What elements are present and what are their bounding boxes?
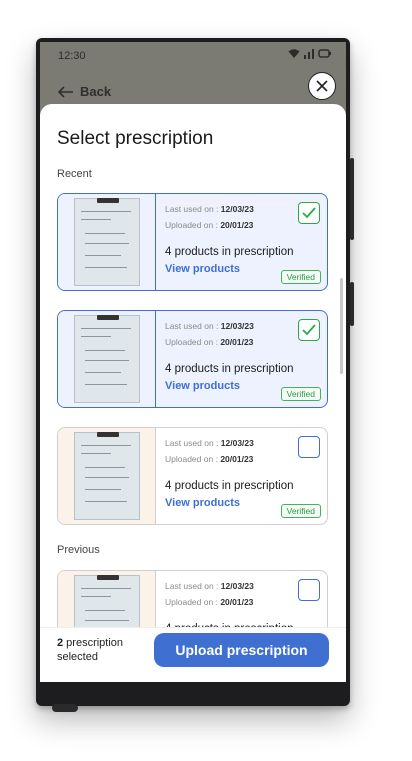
- selected-text: prescription: [63, 637, 124, 649]
- prescription-thumbnail: [58, 311, 156, 407]
- phone-frame: 12:30 Back Select prescription Recent La…: [36, 38, 354, 712]
- product-count: 4 products in prescription: [165, 363, 294, 375]
- footer-bar: 2 prescription selected Upload prescript…: [40, 627, 346, 682]
- power-button: [350, 282, 354, 326]
- prescription-image: [73, 198, 140, 286]
- battery-icon: [318, 49, 331, 58]
- sheet-title: Select prescription: [57, 128, 214, 149]
- status-time: 12:30: [58, 50, 86, 62]
- last-used-label: Last used on :: [165, 581, 219, 591]
- prescription-thumbnail: [58, 428, 156, 524]
- back-button[interactable]: Back: [58, 84, 111, 99]
- select-checkbox[interactable]: [298, 436, 320, 458]
- select-checkbox[interactable]: [298, 319, 320, 341]
- back-arrow-icon: [58, 85, 73, 98]
- uploaded-label: Uploaded on :: [165, 220, 218, 230]
- last-used-date: 12/03/23: [220, 438, 254, 448]
- last-used-label: Last used on :: [165, 204, 219, 214]
- scrollbar[interactable]: [340, 278, 343, 374]
- prescription-image: [73, 432, 140, 520]
- last-used-label: Last used on :: [165, 321, 219, 331]
- phone-bottom-detail: [52, 704, 78, 712]
- uploaded-label: Uploaded on :: [165, 597, 218, 607]
- bottom-sheet: Select prescription Recent Last used on …: [40, 104, 346, 682]
- prescription-card[interactable]: Last used on : 12/03/23 Uploaded on : 20…: [57, 193, 328, 291]
- close-icon: [316, 80, 328, 92]
- last-used-date: 12/03/23: [220, 581, 254, 591]
- checkmark-icon: [302, 324, 316, 336]
- prescription-thumbnail: [58, 194, 156, 290]
- uploaded-label: Uploaded on :: [165, 454, 218, 464]
- select-checkbox[interactable]: [298, 579, 320, 601]
- last-used-date: 12/03/23: [220, 204, 254, 214]
- signal-icon: [304, 49, 314, 59]
- selected-text-2: selected: [57, 651, 98, 663]
- back-label: Back: [80, 84, 112, 99]
- uploaded-date: 20/01/23: [220, 337, 254, 347]
- last-used-date: 12/03/23: [220, 321, 254, 331]
- selection-summary: 2 prescription selected: [57, 636, 137, 664]
- close-button[interactable]: [308, 72, 336, 100]
- last-used-label: Last used on :: [165, 438, 219, 448]
- verified-badge: Verified: [280, 270, 321, 284]
- volume-button: [350, 158, 354, 240]
- screen: 12:30 Back Select prescription Recent La…: [40, 42, 346, 682]
- section-label-recent: Recent: [57, 168, 92, 180]
- uploaded-date: 20/01/23: [220, 220, 254, 230]
- prescription-card[interactable]: Last used on : 12/03/23 Uploaded on : 20…: [57, 310, 328, 408]
- uploaded-date: 20/01/23: [220, 454, 254, 464]
- prescription-image: [73, 315, 140, 403]
- uploaded-label: Uploaded on :: [165, 337, 218, 347]
- status-bar: 12:30: [40, 42, 346, 72]
- product-count: 4 products in prescription: [165, 246, 294, 258]
- select-checkbox[interactable]: [298, 202, 320, 224]
- uploaded-date: 20/01/23: [220, 597, 254, 607]
- wifi-icon: [288, 49, 300, 58]
- verified-badge: Verified: [280, 387, 321, 401]
- product-count: 4 products in prescription: [165, 480, 294, 492]
- verified-badge: Verified: [280, 504, 321, 518]
- upload-prescription-button[interactable]: Upload prescription: [154, 633, 329, 667]
- section-label-previous: Previous: [57, 544, 100, 556]
- prescription-card[interactable]: Last used on : 12/03/23 Uploaded on : 20…: [57, 427, 328, 525]
- checkmark-icon: [302, 207, 316, 219]
